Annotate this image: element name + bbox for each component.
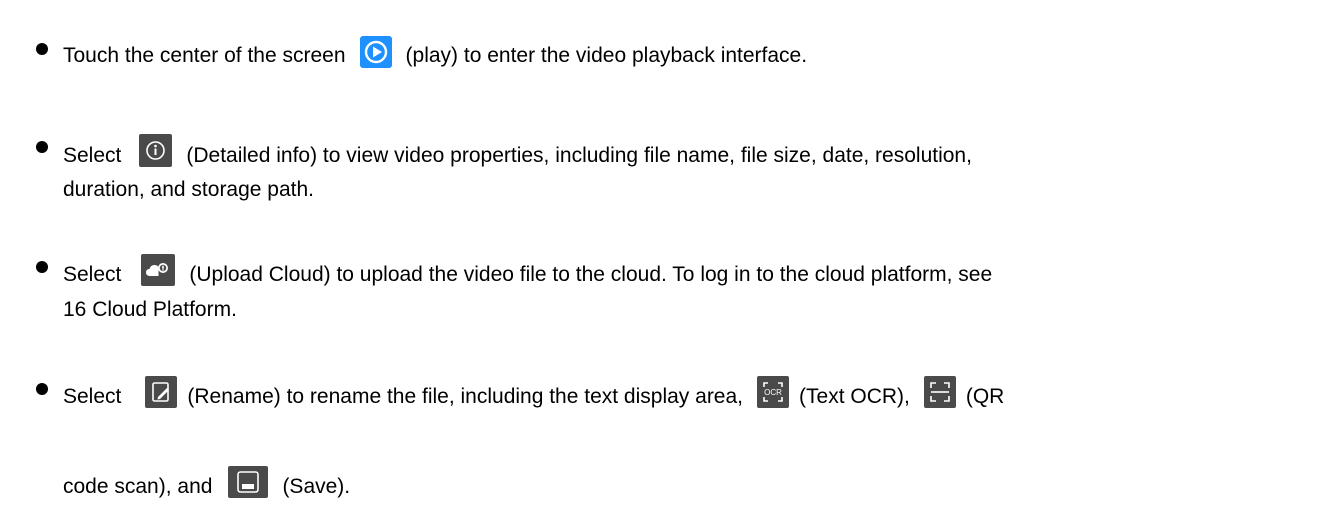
item-text: Select: [63, 263, 122, 286]
svg-text:OCR: OCR: [764, 388, 782, 397]
item-text: Select: [63, 385, 122, 408]
item-line: Select (Rename) to rename the file, incl…: [63, 376, 1004, 408]
qr-scan-icon: [923, 376, 956, 408]
item-text: (Text OCR),: [799, 385, 910, 408]
item-text: Touch the center of the screen: [63, 44, 346, 67]
item-text: (QR: [965, 385, 1005, 408]
item-line: 16 Cloud Platform.: [63, 297, 237, 323]
bullet: [36, 261, 48, 273]
item-text: (Rename) to rename the file, including t…: [187, 385, 744, 408]
item-text: 16 Cloud Platform.: [63, 298, 237, 321]
item-line: code scan), and (Save).: [63, 466, 350, 498]
info-icon: [139, 134, 173, 167]
ocr-icon: OCR: [757, 376, 790, 408]
item-text: (Save).: [282, 475, 351, 498]
upload-cloud-icon: [141, 254, 176, 286]
item-text: (play) to enter the video playback inter…: [405, 44, 808, 67]
item-line: duration, and storage path.: [63, 177, 314, 203]
rename-icon: [145, 376, 178, 408]
item-text: (Detailed info) to view video properties…: [186, 144, 972, 167]
bullet: [36, 43, 48, 55]
bullet: [36, 141, 48, 153]
item-line: Touch the center of the screen (play) to…: [63, 36, 807, 68]
item-line: Select (Upload Cloud) to upload the vide…: [63, 254, 992, 286]
save-icon: [228, 466, 269, 498]
item-text: Select: [63, 144, 122, 167]
item-text: duration, and storage path.: [63, 178, 315, 201]
item-text: (Upload Cloud) to upload the video file …: [189, 263, 993, 286]
play-icon: [359, 36, 392, 68]
item-line: Select (Detailed info) to view video pro…: [63, 134, 972, 167]
item-text: code scan), and: [63, 475, 213, 498]
bullet: [36, 383, 48, 395]
